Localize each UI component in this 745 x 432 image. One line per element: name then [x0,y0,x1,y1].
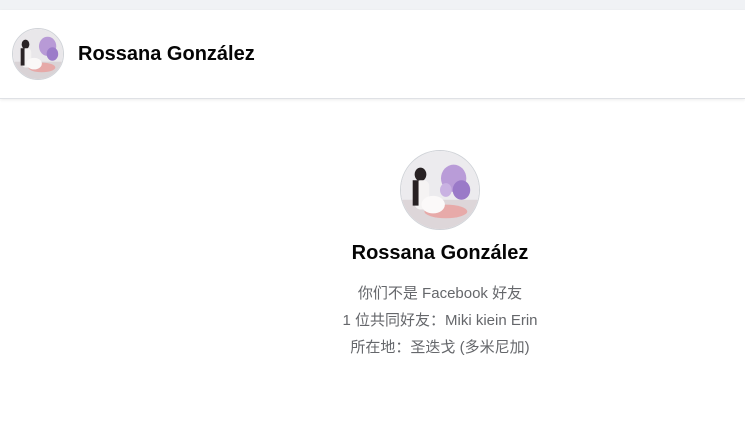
header-profile-name[interactable]: Rossana González [78,43,255,66]
profile-avatar[interactable] [400,150,480,230]
profile-name[interactable]: Rossana González [352,242,529,265]
browser-top-strip [0,0,745,10]
profile-header-bar: Rossana González [0,10,745,99]
profile-avatar-photo [401,151,479,229]
profile-card: Rossana González 你们不是 Facebook 好友 1 位共同好… [240,150,640,361]
mutual-friends-text[interactable]: 1 位共同好友：Miki kiein Erin [342,307,537,334]
location-text: 所在地：圣迭戈 (多米尼加) [350,339,530,356]
avatar-photo [13,29,63,79]
friend-status-text: 你们不是 Facebook 好友 [357,285,523,302]
avatar[interactable] [12,28,64,80]
